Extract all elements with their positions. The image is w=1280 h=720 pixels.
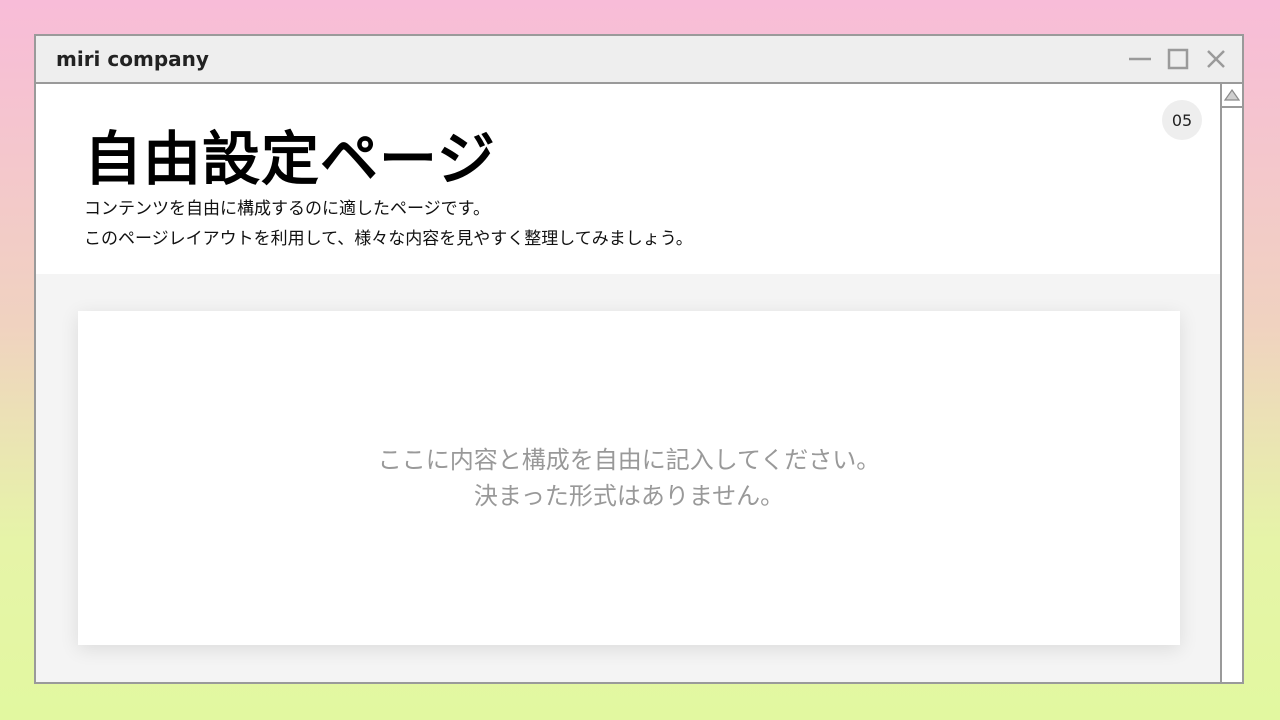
page-number-badge: 05 [1162, 100, 1202, 140]
maximize-button[interactable] [1166, 47, 1190, 71]
content-card: ここに内容と構成を自由に記入してください。 決まった形式はありません。 [78, 311, 1180, 645]
minimize-icon [1129, 57, 1151, 61]
page-content: 自由設定ページ コンテンツを自由に構成するのに適したページです。 このページレイ… [36, 84, 1222, 682]
triangle-up-icon [1224, 88, 1240, 101]
page-header: 自由設定ページ コンテンツを自由に構成するのに適したページです。 このページレイ… [36, 84, 1222, 274]
scroll-track[interactable] [1222, 108, 1242, 682]
page-description: コンテンツを自由に構成するのに適したページです。 このページレイアウトを利用して… [84, 194, 693, 254]
vertical-scrollbar[interactable] [1220, 84, 1242, 682]
title-bar[interactable]: miri company [36, 36, 1242, 84]
description-line: このページレイアウトを利用して、様々な内容を見やすく整理してみましょう。 [84, 229, 693, 249]
content-area: ここに内容と構成を自由に記入してください。 決まった形式はありません。 [36, 274, 1222, 682]
window-title: miri company [56, 47, 209, 71]
close-button[interactable] [1204, 47, 1228, 71]
close-icon [1207, 50, 1225, 68]
description-line: コンテンツを自由に構成するのに適したページです。 [84, 199, 490, 219]
maximize-icon [1167, 48, 1189, 70]
minimize-button[interactable] [1128, 47, 1152, 71]
page-title: 自由設定ページ [84, 125, 496, 193]
window-controls [1128, 46, 1228, 72]
app-window: miri company 自由設定ページ コンテンツを自由に構成するのに適したペ… [34, 34, 1244, 684]
card-placeholder-text: ここに内容と構成を自由に記入してください。 [377, 446, 881, 474]
scroll-up-button[interactable] [1222, 84, 1242, 108]
card-placeholder-text: 決まった形式はありません。 [473, 482, 785, 510]
